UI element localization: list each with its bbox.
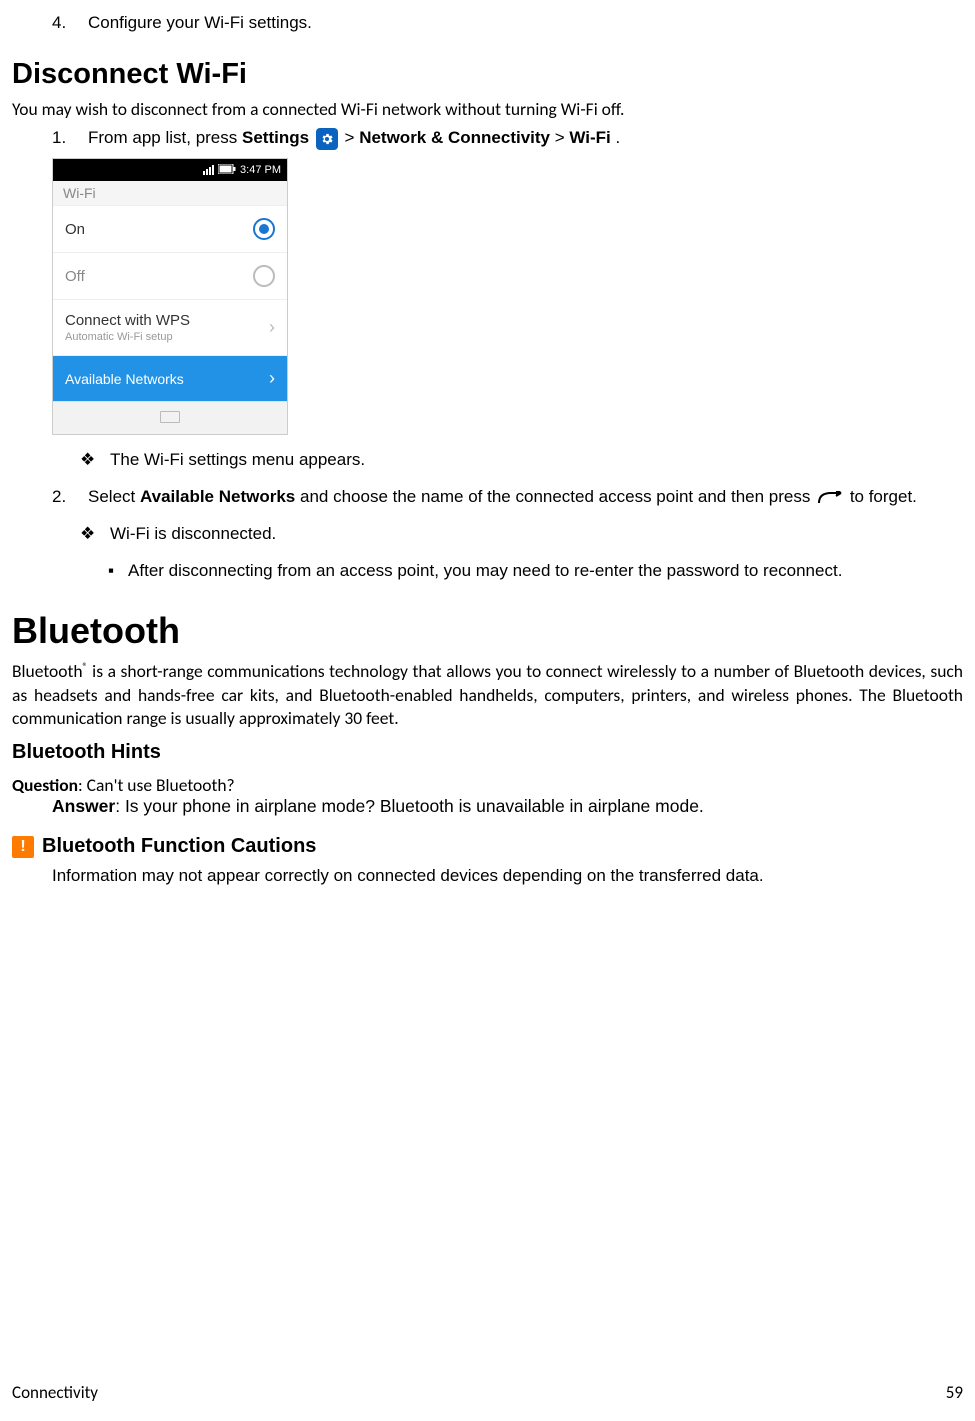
heading-bluetooth-hints: Bluetooth Hints <box>12 741 963 764</box>
answer-label: Answer <box>52 796 115 816</box>
answer-text: : Is your phone in airplane mode? Blueto… <box>115 796 704 816</box>
chevron-icon: › <box>269 317 275 338</box>
text-gt: > <box>345 128 360 147</box>
paragraph-cautions: Information may not appear correctly on … <box>52 866 963 886</box>
text: and choose the name of the connected acc… <box>300 487 815 506</box>
home-bar <box>53 401 287 434</box>
answer-line: Answer: Is your phone in airplane mode? … <box>52 796 963 817</box>
signal-icon <box>203 165 214 175</box>
chevron-icon: › <box>269 368 275 389</box>
status-bar: 3:47 PM <box>53 159 287 181</box>
radio-off-icon <box>253 265 275 287</box>
step-4: 4. Configure your Wi-Fi settings. <box>52 12 963 35</box>
step-number: 2. <box>52 486 74 509</box>
label-available-networks: Available Networks <box>140 487 295 506</box>
radio-on-icon <box>253 218 275 240</box>
wps-title: Connect with WPS <box>65 312 190 329</box>
settings-icon <box>316 128 338 150</box>
wifi-off-row: Off <box>53 252 287 299</box>
result-text: Wi-Fi is disconnected. <box>110 523 276 546</box>
text: Select <box>88 487 140 506</box>
wps-subtitle: Automatic Wi-Fi setup <box>65 331 190 343</box>
result-bullet: ❖ Wi-Fi is disconnected. <box>80 523 963 546</box>
wps-row: Connect with WPS Automatic Wi-Fi setup › <box>53 299 287 355</box>
diamond-bullet-icon: ❖ <box>80 523 96 546</box>
label-available-networks: Available Networks <box>65 371 184 387</box>
text: Bluetooth <box>12 660 83 682</box>
back-icon <box>817 491 843 505</box>
home-key-icon <box>160 411 180 423</box>
qa-block: Question: Can't use Bluetooth? Answer: I… <box>12 774 963 817</box>
footer-page-number: 59 <box>946 1382 963 1403</box>
phone-screenshot: 3:47 PM Wi-Fi On Off Connect with WPS Au… <box>52 158 288 435</box>
paragraph-disconnect-intro: You may wish to disconnect from a connec… <box>12 98 963 122</box>
step-number: 1. <box>52 127 74 150</box>
heading-disconnect-wifi: Disconnect Wi-Fi <box>12 57 963 92</box>
step-number: 4. <box>52 12 74 35</box>
text-dot: . <box>616 128 621 147</box>
result-bullet: ❖ The Wi-Fi settings menu appears. <box>80 449 963 472</box>
step-text: Configure your Wi-Fi settings. <box>88 12 963 35</box>
text: From app list, press <box>88 128 242 147</box>
label-off: Off <box>65 268 85 285</box>
step-2: 2. Select Available Networks and choose … <box>52 486 963 509</box>
label-network-connectivity: Network & Connectivity <box>359 128 550 147</box>
diamond-bullet-icon: ❖ <box>80 449 96 472</box>
page-footer: Connectivity 59 <box>12 1382 963 1403</box>
paragraph-bluetooth-intro: Bluetooth® is a short-range communicatio… <box>12 660 963 731</box>
step-text: Select Available Networks and choose the… <box>88 486 963 509</box>
question-line: Question: Can't use Bluetooth? <box>12 774 963 796</box>
screen-title: Wi-Fi <box>53 181 287 205</box>
label-wps: Connect with WPS Automatic Wi-Fi setup <box>65 312 190 343</box>
label-wifi: Wi-Fi <box>569 128 610 147</box>
available-networks-row: Available Networks › <box>53 355 287 401</box>
heading-bluetooth-cautions: ! Bluetooth Function Cautions <box>12 835 963 858</box>
battery-icon <box>218 164 236 177</box>
footer-section: Connectivity <box>12 1382 98 1403</box>
label-on: On <box>65 221 85 238</box>
square-bullet-icon: ▪ <box>108 560 114 583</box>
step-1: 1. From app list, press Settings > Netwo… <box>52 127 963 150</box>
step-text: From app list, press Settings > Network … <box>88 127 963 150</box>
caution-icon: ! <box>12 836 34 858</box>
label-settings: Settings <box>242 128 309 147</box>
wifi-on-row: On <box>53 205 287 252</box>
status-time: 3:47 PM <box>240 164 281 176</box>
question-label: Question <box>12 774 78 796</box>
question-text: : Can't use Bluetooth? <box>78 774 235 796</box>
heading-text: Bluetooth Function Cautions <box>42 835 316 858</box>
note-bullet: ▪ After disconnecting from an access poi… <box>108 560 963 583</box>
heading-bluetooth: Bluetooth <box>12 609 963 652</box>
text: is a short-range communications technolo… <box>12 660 963 729</box>
result-text: The Wi-Fi settings menu appears. <box>110 449 365 472</box>
note-text: After disconnecting from an access point… <box>128 560 842 583</box>
text-gt: > <box>555 128 570 147</box>
text: to forget. <box>850 487 917 506</box>
